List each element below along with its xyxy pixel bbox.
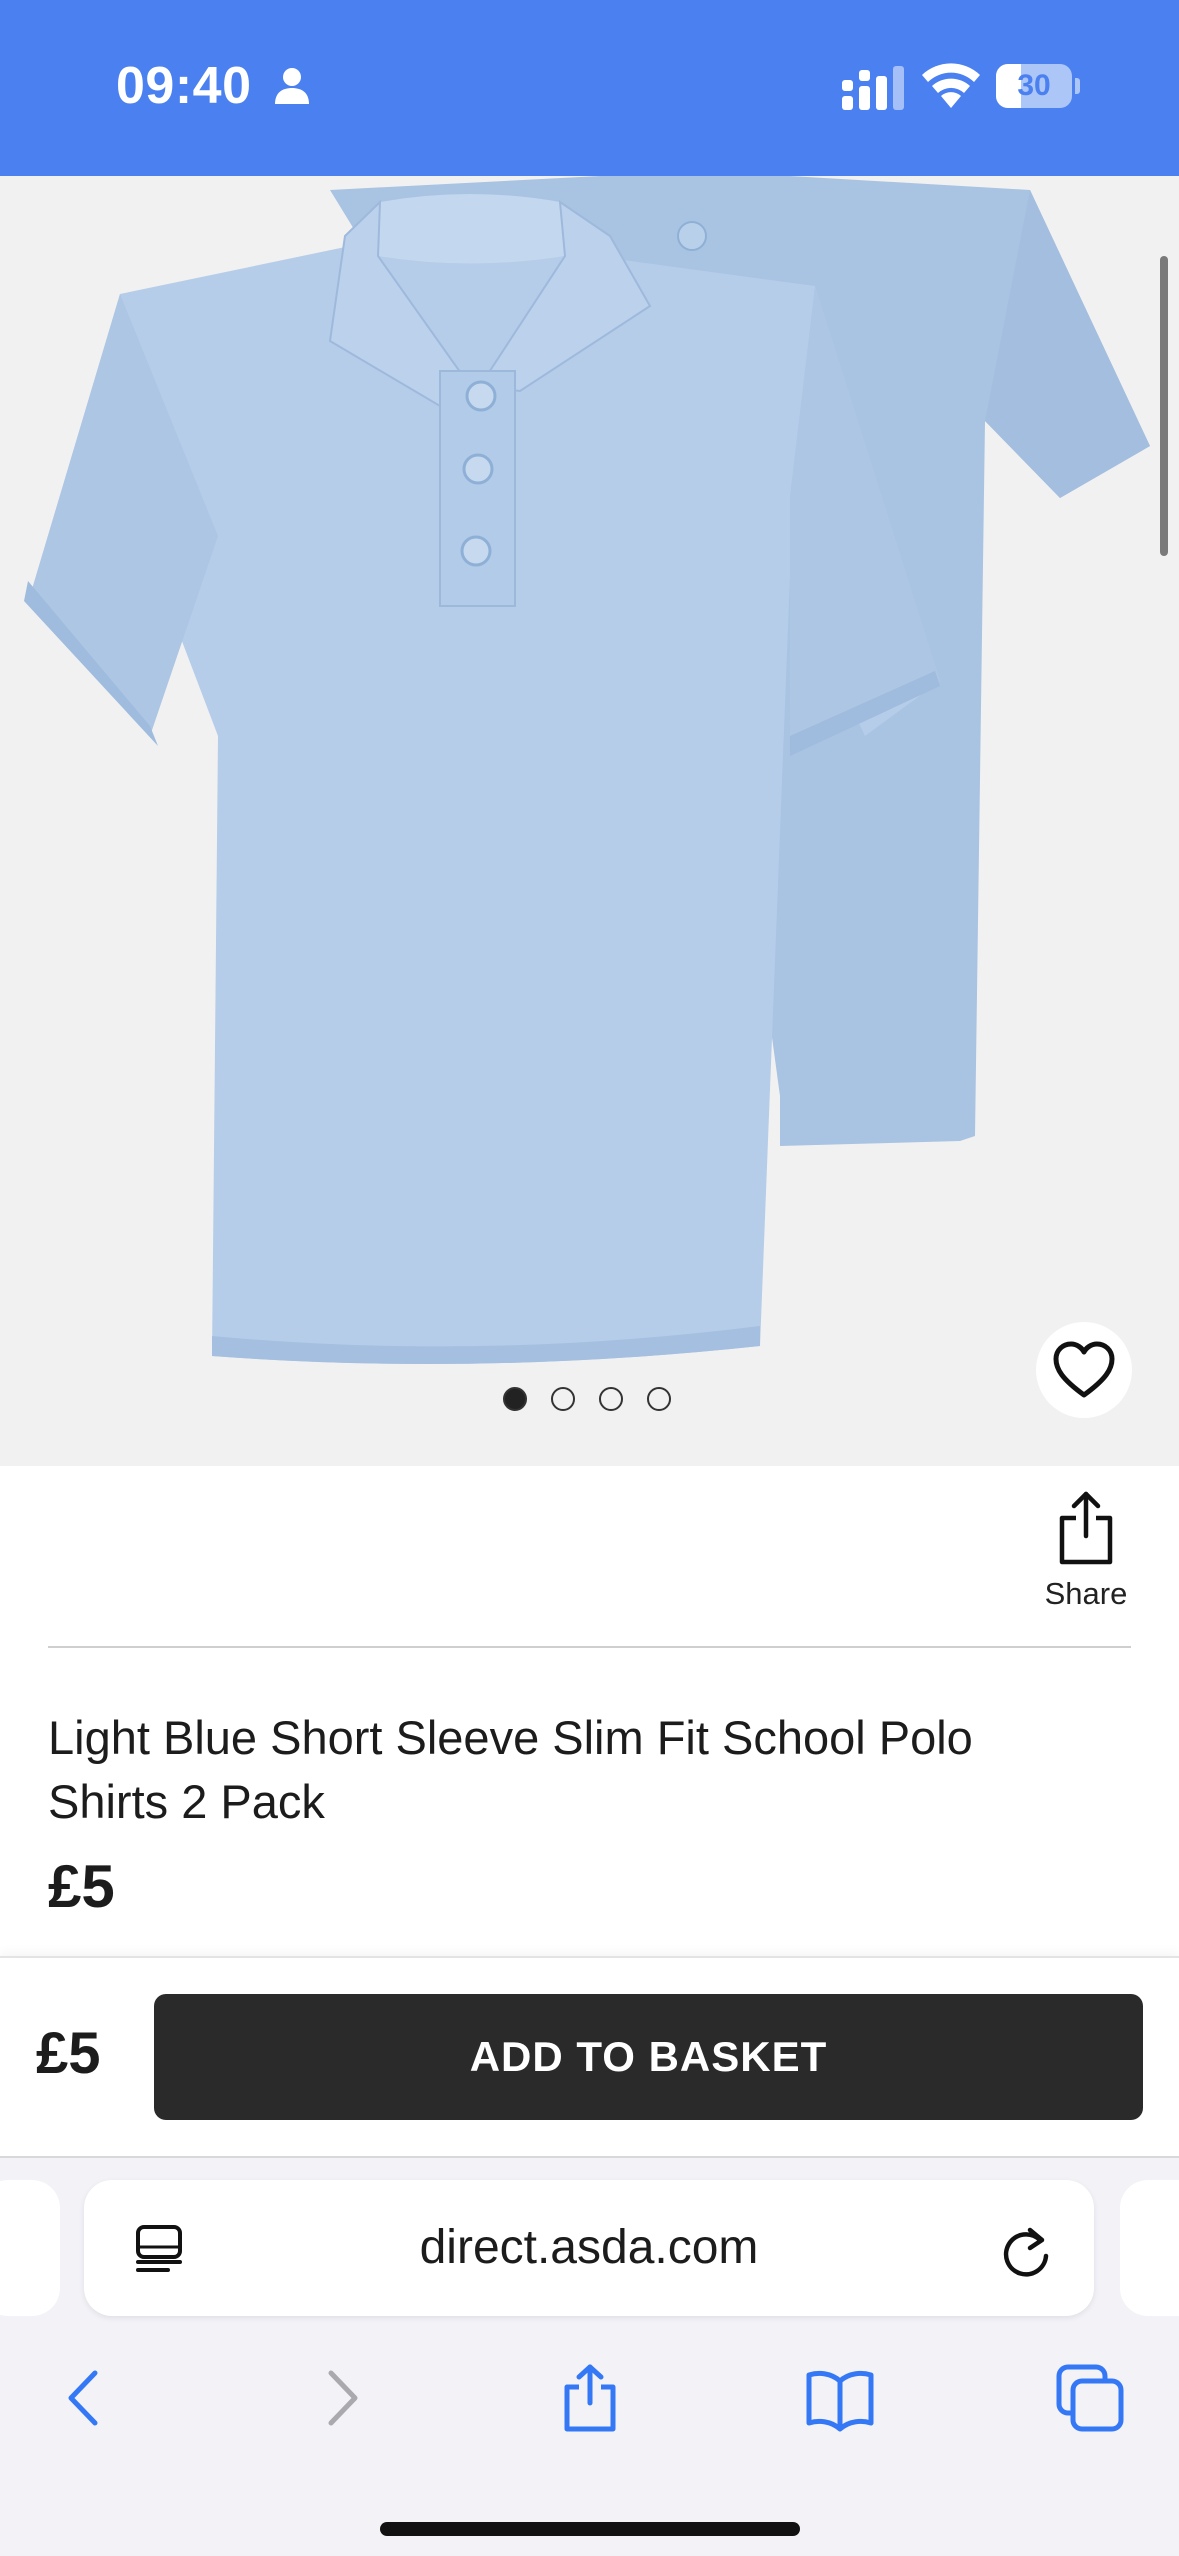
tabs-button[interactable] [1040, 2348, 1140, 2448]
scroll-indicator [1160, 256, 1168, 556]
previous-tab-preview[interactable] [0, 2180, 60, 2316]
add-to-basket-button[interactable]: ADD TO BASKET [154, 1994, 1143, 2120]
browser-nav-row [0, 2348, 1179, 2448]
browser-toolbar: direct.asda.com [0, 2156, 1179, 2556]
gallery-pagination [503, 1387, 671, 1411]
product-image-gallery[interactable] [0, 176, 1179, 1466]
back-button[interactable] [36, 2348, 136, 2448]
battery-level: 30 [1017, 69, 1051, 102]
address-bar[interactable]: direct.asda.com [84, 2180, 1094, 2316]
product-photo [24, 176, 1150, 1364]
wifi-icon [922, 63, 980, 108]
basket-bar-price: £5 [36, 2021, 101, 2086]
home-indicator[interactable] [380, 2522, 800, 2536]
browser-share-button[interactable] [540, 2348, 640, 2448]
back-icon [68, 2370, 98, 2426]
tabs-icon [1056, 2364, 1124, 2432]
battery-icon: 30 [996, 64, 1080, 108]
share-label: Share [1044, 1576, 1128, 1611]
forward-icon [328, 2370, 358, 2426]
share-icon [564, 2364, 616, 2432]
gallery-dot-1[interactable] [503, 1387, 527, 1411]
share-icon [1059, 1491, 1113, 1565]
person-icon [275, 68, 309, 104]
product-title: Light Blue Short Sleeve Slim Fit School … [48, 1711, 973, 1828]
gallery-dot-3[interactable] [599, 1387, 623, 1411]
status-time: 09:40 [116, 57, 252, 115]
reload-icon[interactable] [1000, 2222, 1052, 2278]
sticky-basket-bar: £5 ADD TO BASKET [0, 1956, 1179, 2156]
favourite-button[interactable] [1036, 1322, 1132, 1418]
url-text: direct.asda.com [419, 2221, 759, 2274]
status-bar: 09:40 30 [0, 0, 1179, 176]
gallery-dot-2[interactable] [551, 1387, 575, 1411]
bookmarks-button[interactable] [790, 2348, 890, 2448]
next-tab-preview[interactable] [1120, 2180, 1179, 2316]
divider [48, 1646, 1131, 1648]
gallery-dot-4[interactable] [647, 1387, 671, 1411]
product-price: £5 [48, 1853, 115, 1920]
share-button[interactable]: Share [1036, 1490, 1136, 1620]
forward-button[interactable] [290, 2348, 390, 2448]
heart-icon [1053, 1341, 1115, 1398]
signal-icon [842, 66, 904, 110]
bookmarks-icon [806, 2370, 874, 2432]
